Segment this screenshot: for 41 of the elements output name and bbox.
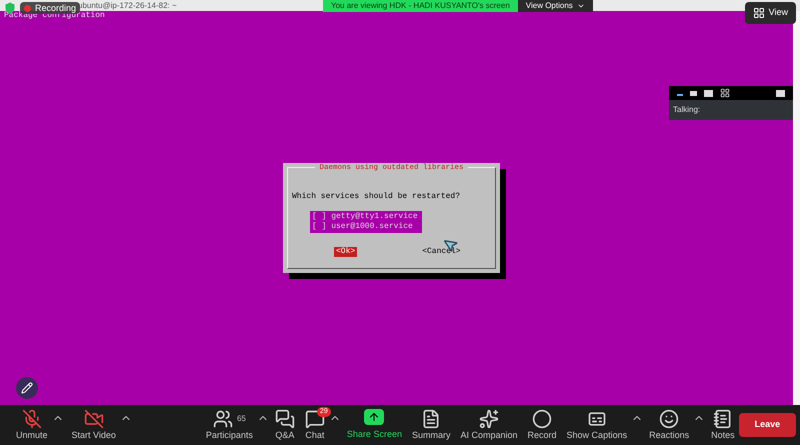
sparkle-icon bbox=[479, 409, 499, 429]
toolbar-button[interactable]: AI Companion bbox=[456, 406, 522, 444]
terminal-header: Package configuration bbox=[4, 11, 105, 21]
service-option[interactable]: [ ] getty@tty1.service bbox=[310, 212, 422, 222]
grid-icon[interactable] bbox=[720, 88, 730, 98]
toolbar-button[interactable]: Reactions bbox=[645, 406, 694, 444]
toolbar-button[interactable]: Unmute bbox=[12, 406, 52, 444]
video-off-icon bbox=[84, 409, 104, 429]
leave-button[interactable]: Leave bbox=[738, 413, 796, 437]
smiley-icon bbox=[659, 409, 680, 429]
talking-label: Talking: bbox=[672, 104, 702, 116]
dialog-button[interactable]: <Cancel> bbox=[420, 247, 463, 258]
toolbar-button[interactable]: Summary bbox=[408, 406, 454, 444]
chat-bubbles-icon bbox=[274, 409, 295, 429]
service-option[interactable]: [ ] user@1000.service bbox=[310, 222, 422, 232]
toolbar-button[interactable]: Record bbox=[524, 406, 561, 444]
chevron-down-icon bbox=[576, 2, 585, 10]
muted-mic-icon bbox=[22, 409, 42, 429]
pencil-icon bbox=[21, 382, 33, 394]
grid-icon bbox=[752, 6, 765, 19]
view-options-button[interactable]: View Options bbox=[518, 0, 593, 12]
share-screen-icon bbox=[364, 409, 384, 425]
participant-count: 65 bbox=[236, 413, 246, 425]
record-icon bbox=[532, 409, 552, 429]
viewing-banner: You are viewing HDK - HADI KUSYANTO's screen bbox=[323, 0, 518, 12]
toolbar-button[interactable]: Start Video bbox=[68, 406, 120, 444]
annotate-button[interactable] bbox=[16, 377, 38, 399]
document-icon bbox=[421, 409, 442, 429]
toolbar-button[interactable]: Show Captions bbox=[562, 406, 632, 444]
toolbar-button[interactable]: Share Screen bbox=[342, 406, 406, 444]
notebook-icon bbox=[712, 409, 733, 429]
view-button[interactable]: View bbox=[744, 2, 796, 24]
toolbar-button[interactable]: 65 Participants bbox=[202, 406, 257, 444]
toolbar-button[interactable]: Q&A bbox=[270, 406, 299, 444]
medium-view-icon[interactable] bbox=[704, 90, 713, 96]
dialog-question: Which services should be restarted? bbox=[292, 191, 462, 204]
dialog-button[interactable]: <Ok> bbox=[334, 247, 358, 258]
toolbar-button[interactable]: Notes bbox=[707, 406, 739, 444]
small-view-icon[interactable] bbox=[690, 90, 697, 96]
people-icon bbox=[212, 409, 233, 429]
expand-icon[interactable] bbox=[776, 90, 785, 96]
